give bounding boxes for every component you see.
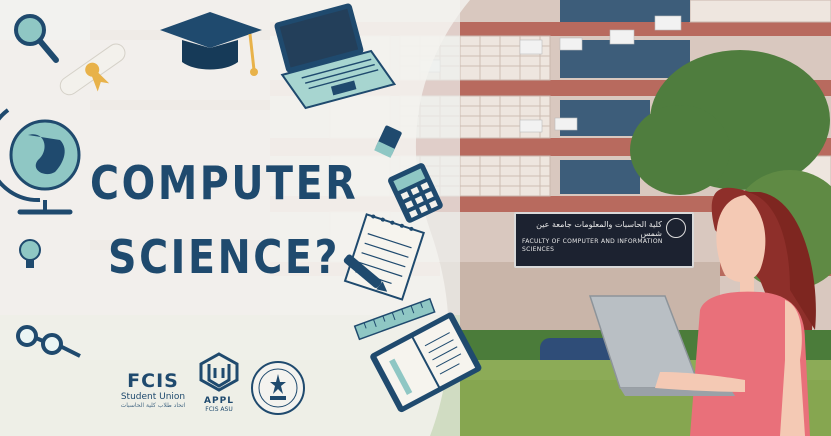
sign-seal-icon bbox=[666, 218, 686, 238]
fcis-logo-caption-ar: اتحاد طلاب كلية الحاسبات bbox=[120, 402, 186, 409]
appl-logo-name: APPL bbox=[204, 396, 234, 406]
fcis-logo-mark: FCIS bbox=[127, 370, 179, 392]
building-sign: كلية الحاسبات والمعلومات جامعة عين شمس F… bbox=[514, 212, 694, 268]
appl-mark-icon bbox=[199, 352, 239, 392]
headline-line-1: COMPUTER bbox=[90, 156, 359, 210]
appl-logo-caption: FCIS ASU bbox=[205, 406, 233, 413]
fcis-logo-caption: Student Union bbox=[120, 392, 186, 402]
fcis-student-union-logo: FCIS Student Union اتحاد طلاب كلية الحاس… bbox=[118, 370, 188, 410]
appl-logo: APPL FCIS ASU bbox=[190, 350, 248, 413]
sign-english-text: FACULTY OF COMPUTER AND INFORMATION SCIE… bbox=[522, 238, 663, 253]
sign-arabic-text: كلية الحاسبات والمعلومات جامعة عين شمس bbox=[536, 220, 662, 238]
headline-line-2: SCIENCE? bbox=[108, 230, 341, 284]
headline: COMPUTER SCIENCE? bbox=[90, 160, 402, 280]
banner: كلية الحاسبات والمعلومات جامعة عين شمس F… bbox=[0, 0, 831, 436]
ain-shams-university-seal-icon bbox=[251, 361, 305, 415]
